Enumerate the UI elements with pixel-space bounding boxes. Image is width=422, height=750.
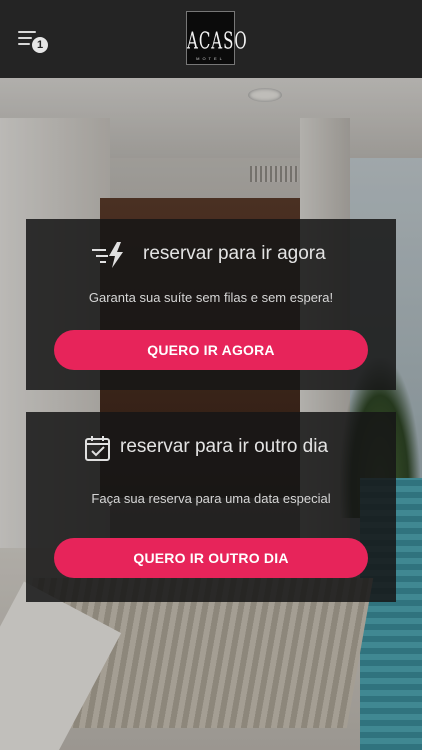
reserve-later-subtitle: Faça sua reserva para uma data especial <box>91 491 331 506</box>
reserve-later-title: reservar para ir outro dia <box>120 436 329 457</box>
reserve-now-subtitle: Garanta sua suíte sem filas e sem espera… <box>88 290 334 305</box>
menu-icon-line <box>18 43 30 45</box>
notification-badge: 1 <box>31 36 49 54</box>
calendar-check-icon <box>85 436 110 461</box>
menu-icon <box>18 31 36 33</box>
go-another-day-button[interactable]: QUERO IR OUTRO DIA <box>54 538 368 578</box>
speed-lightning-icon <box>92 242 123 268</box>
top-bar: 1 ACASO MOTEL <box>0 0 422 78</box>
go-now-button[interactable]: QUERO IR AGORA <box>54 330 368 370</box>
menu-icon-line <box>18 37 32 39</box>
logo-text: ACASO <box>187 27 248 55</box>
logo-subtext: MOTEL <box>196 56 225 61</box>
brand-logo: ACASO MOTEL <box>186 11 248 65</box>
reserve-now-title: reservar para ir agora <box>143 243 326 264</box>
reserve-later-card: reservar para ir outro dia Faça sua rese… <box>26 412 396 602</box>
reserve-now-card: reservar para ir agora Garanta sua suíte… <box>26 219 396 390</box>
menu-button[interactable]: 1 <box>14 26 52 56</box>
